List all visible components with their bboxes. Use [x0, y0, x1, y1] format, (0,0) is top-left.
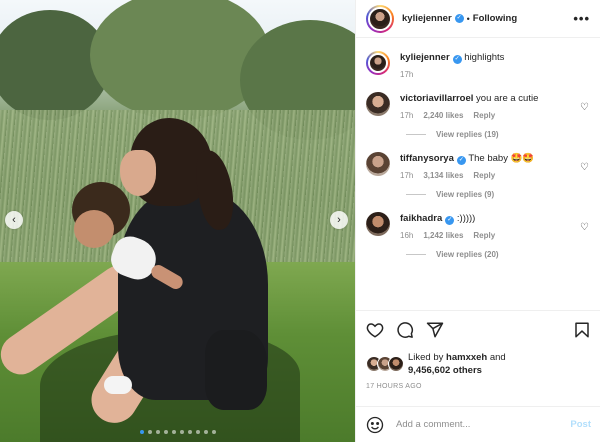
reply-button[interactable]: Reply: [473, 111, 495, 120]
post-header: kyliejenner ✓ • Following •••: [356, 0, 600, 38]
comment-avatar[interactable]: [366, 212, 390, 236]
caption-time: 17h: [400, 70, 414, 79]
caption: kyliejenner ✓ highlights 17h: [366, 51, 591, 79]
comment-icon[interactable]: [396, 321, 414, 339]
comment-item: faikhadra ✓ :))))) 16h 1,242 likes Reply …: [366, 212, 591, 240]
comment-username[interactable]: victoriavillarroel: [400, 93, 473, 104]
reply-button[interactable]: Reply: [473, 231, 495, 240]
view-replies-label: View replies (9): [436, 190, 495, 199]
carousel-prev-button[interactable]: ‹: [5, 211, 23, 229]
photo-baby-face: [74, 210, 114, 248]
carousel-next-button[interactable]: ›: [330, 211, 348, 229]
carousel-dot: [196, 430, 200, 434]
photo-shoe: [104, 376, 132, 394]
heart-icon[interactable]: ♡: [580, 222, 589, 233]
post-timestamp[interactable]: 17 HOURS AGO: [366, 383, 591, 390]
comment-text: :))))): [456, 213, 476, 224]
emoji-icon[interactable]: [366, 416, 384, 434]
comment-text: you are a cutie: [476, 93, 539, 104]
comment-username[interactable]: faikhadra: [400, 213, 442, 224]
comment-item: tiffanysorya ✓ The baby 🤩🤩 17h 3,134 like…: [366, 152, 591, 180]
carousel-dot: [204, 430, 208, 434]
comment-avatar[interactable]: [366, 92, 390, 116]
carousel-dot: [140, 430, 144, 434]
likes-summary: Liked by hamxxeh and 9,456,602 others: [366, 351, 591, 377]
heart-icon[interactable]: ♡: [580, 102, 589, 113]
carousel-dot: [188, 430, 192, 434]
header-separator: •: [466, 13, 470, 24]
heart-icon[interactable]: [366, 321, 384, 339]
comment-item: victoriavillarroel you are a cutie 17h 2…: [366, 92, 591, 120]
post-media[interactable]: ‹ ›: [0, 0, 355, 442]
carousel-dot: [172, 430, 176, 434]
comment-username[interactable]: tiffanysorya: [400, 153, 454, 164]
carousel-dot: [156, 430, 160, 434]
verified-icon: ✓: [454, 14, 464, 23]
caption-username[interactable]: kyliejenner: [400, 52, 450, 63]
comment-input[interactable]: [396, 419, 556, 430]
comment-likes[interactable]: 2,240 likes: [423, 111, 463, 120]
comment-time: 16h: [400, 231, 414, 240]
comments-list[interactable]: kyliejenner ✓ highlights 17h victoriavill…: [356, 38, 600, 310]
likes-and: and: [489, 352, 506, 363]
carousel-dot: [212, 430, 216, 434]
more-icon[interactable]: •••: [573, 11, 590, 26]
post-actions: Liked by hamxxeh and 9,456,602 others 17…: [356, 310, 600, 390]
view-replies-label: View replies (19): [436, 130, 499, 139]
carousel-dot: [148, 430, 152, 434]
liker-avatars: [366, 356, 404, 372]
comment-likes[interactable]: 3,134 likes: [423, 171, 463, 180]
reply-button[interactable]: Reply: [473, 171, 495, 180]
liker-username[interactable]: hamxxeh: [446, 352, 487, 363]
bookmark-icon[interactable]: [573, 321, 591, 339]
verified-icon: ✓: [456, 156, 466, 165]
post-comment-button[interactable]: Post: [570, 419, 591, 430]
following-button[interactable]: Following: [473, 13, 517, 24]
photo-shorts: [205, 330, 267, 410]
comment-avatar[interactable]: [366, 152, 390, 176]
author-avatar[interactable]: [366, 4, 394, 33]
view-replies-button[interactable]: View replies (9): [406, 190, 591, 199]
view-replies-button[interactable]: View replies (19): [406, 130, 591, 139]
post-panel: kyliejenner ✓ • Following ••• kyliejenne…: [355, 0, 600, 442]
heart-icon[interactable]: ♡: [580, 162, 589, 173]
author-username[interactable]: kyliejenner: [402, 13, 452, 24]
verified-icon: ✓: [452, 55, 462, 64]
share-icon[interactable]: [426, 321, 444, 339]
carousel-dots: [140, 430, 216, 434]
comment-time: 17h: [400, 171, 414, 180]
caption-text: highlights: [464, 52, 505, 63]
view-replies-label: View replies (20): [436, 250, 499, 259]
comment-text: The baby 🤩🤩: [468, 153, 535, 164]
add-comment-bar: Post: [356, 406, 600, 442]
carousel-dot: [180, 430, 184, 434]
comment-time: 17h: [400, 111, 414, 120]
view-replies-button[interactable]: View replies (20): [406, 250, 591, 259]
likes-prefix: Liked by: [408, 352, 444, 363]
photo-face: [120, 150, 156, 196]
carousel-dot: [164, 430, 168, 434]
caption-avatar[interactable]: [366, 51, 390, 75]
likes-count[interactable]: 9,456,602 others: [408, 365, 482, 376]
verified-icon: ✓: [445, 216, 455, 225]
comment-likes[interactable]: 1,242 likes: [423, 231, 463, 240]
